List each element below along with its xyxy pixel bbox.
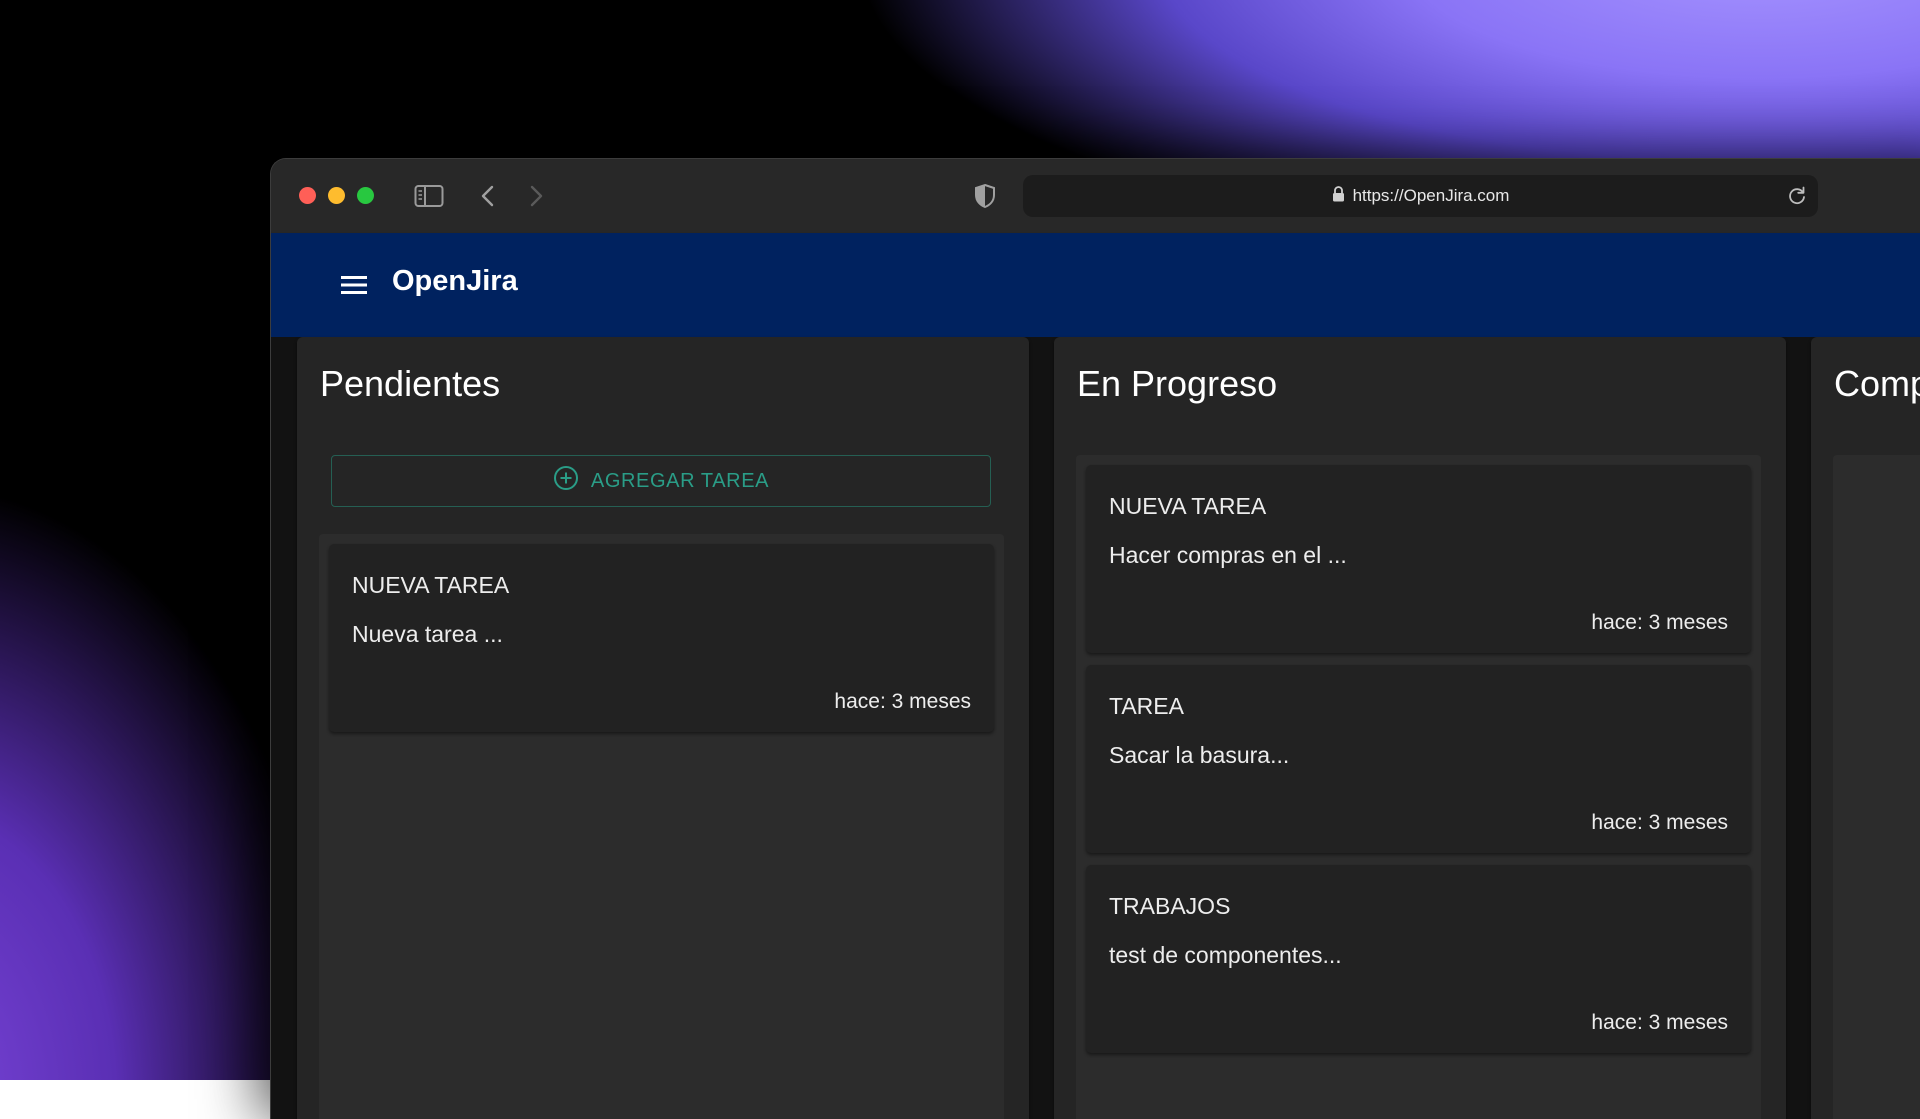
column-pendientes: Pendientes AGREGAR TAREA NUEVA TAREA Nue…	[297, 337, 1029, 1119]
task-label: NUEVA TAREA	[1109, 493, 1267, 519]
url-text: https://OpenJira.com	[1352, 186, 1510, 205]
task-description: test de componentes...	[1109, 942, 1342, 968]
task-label: TRABAJOS	[1109, 893, 1231, 919]
add-task-label: AGREGAR TAREA	[590, 469, 770, 492]
task-timestamp: hace: 3 meses	[1591, 811, 1728, 834]
column-title: Pendientes	[320, 363, 501, 404]
sidebar-toggle-icon[interactable]	[413, 181, 445, 211]
task-description: Nueva tarea ...	[352, 621, 503, 647]
task-card[interactable]: TRABAJOS test de componentes... hace: 3 …	[1086, 865, 1751, 1053]
browser-window: https://OpenJira.com OpenJira Pendientes	[270, 158, 1920, 1119]
back-chevron-icon[interactable]	[474, 181, 502, 211]
forward-chevron-icon[interactable]	[522, 181, 550, 211]
shield-icon[interactable]	[971, 180, 999, 212]
column-title: En Progreso	[1077, 363, 1278, 404]
browser-toolbar: https://OpenJira.com	[271, 159, 1920, 233]
task-timestamp: hace: 3 meses	[1591, 611, 1728, 634]
task-list: NUEVA TAREA Nueva tarea ... hace: 3 mese…	[319, 534, 1004, 1119]
reload-icon[interactable]	[1784, 183, 1810, 209]
add-task-button[interactable]: AGREGAR TAREA	[331, 455, 991, 507]
column-completadas: Comp	[1811, 337, 1920, 1119]
task-card[interactable]: NUEVA TAREA Nueva tarea ... hace: 3 mese…	[329, 544, 994, 732]
task-timestamp: hace: 3 meses	[1591, 1011, 1728, 1034]
task-card[interactable]: TAREA Sacar la basura... hace: 3 meses	[1086, 665, 1751, 853]
column-title: Comp	[1834, 363, 1920, 404]
add-circle-icon	[553, 465, 579, 497]
address-bar[interactable]: https://OpenJira.com	[1023, 175, 1818, 217]
column-en-progreso: En Progreso NUEVA TAREA Hacer compras en…	[1054, 337, 1786, 1119]
task-list	[1833, 455, 1920, 1119]
app-header: OpenJira	[271, 233, 1920, 337]
task-list: NUEVA TAREA Hacer compras en el ... hace…	[1076, 455, 1761, 1119]
task-description: Sacar la basura...	[1109, 742, 1290, 768]
task-timestamp: hace: 3 meses	[834, 690, 971, 713]
task-description: Hacer compras en el ...	[1109, 542, 1347, 568]
task-label: TAREA	[1109, 693, 1184, 719]
hamburger-menu-icon[interactable]	[339, 271, 369, 299]
task-label: NUEVA TAREA	[352, 572, 510, 598]
lock-icon	[1332, 185, 1345, 207]
close-window-button[interactable]	[299, 187, 316, 204]
zoom-window-button[interactable]	[357, 187, 374, 204]
app-title[interactable]: OpenJira	[392, 265, 518, 298]
task-card[interactable]: NUEVA TAREA Hacer compras en el ... hace…	[1086, 465, 1751, 653]
minimize-window-button[interactable]	[328, 187, 345, 204]
